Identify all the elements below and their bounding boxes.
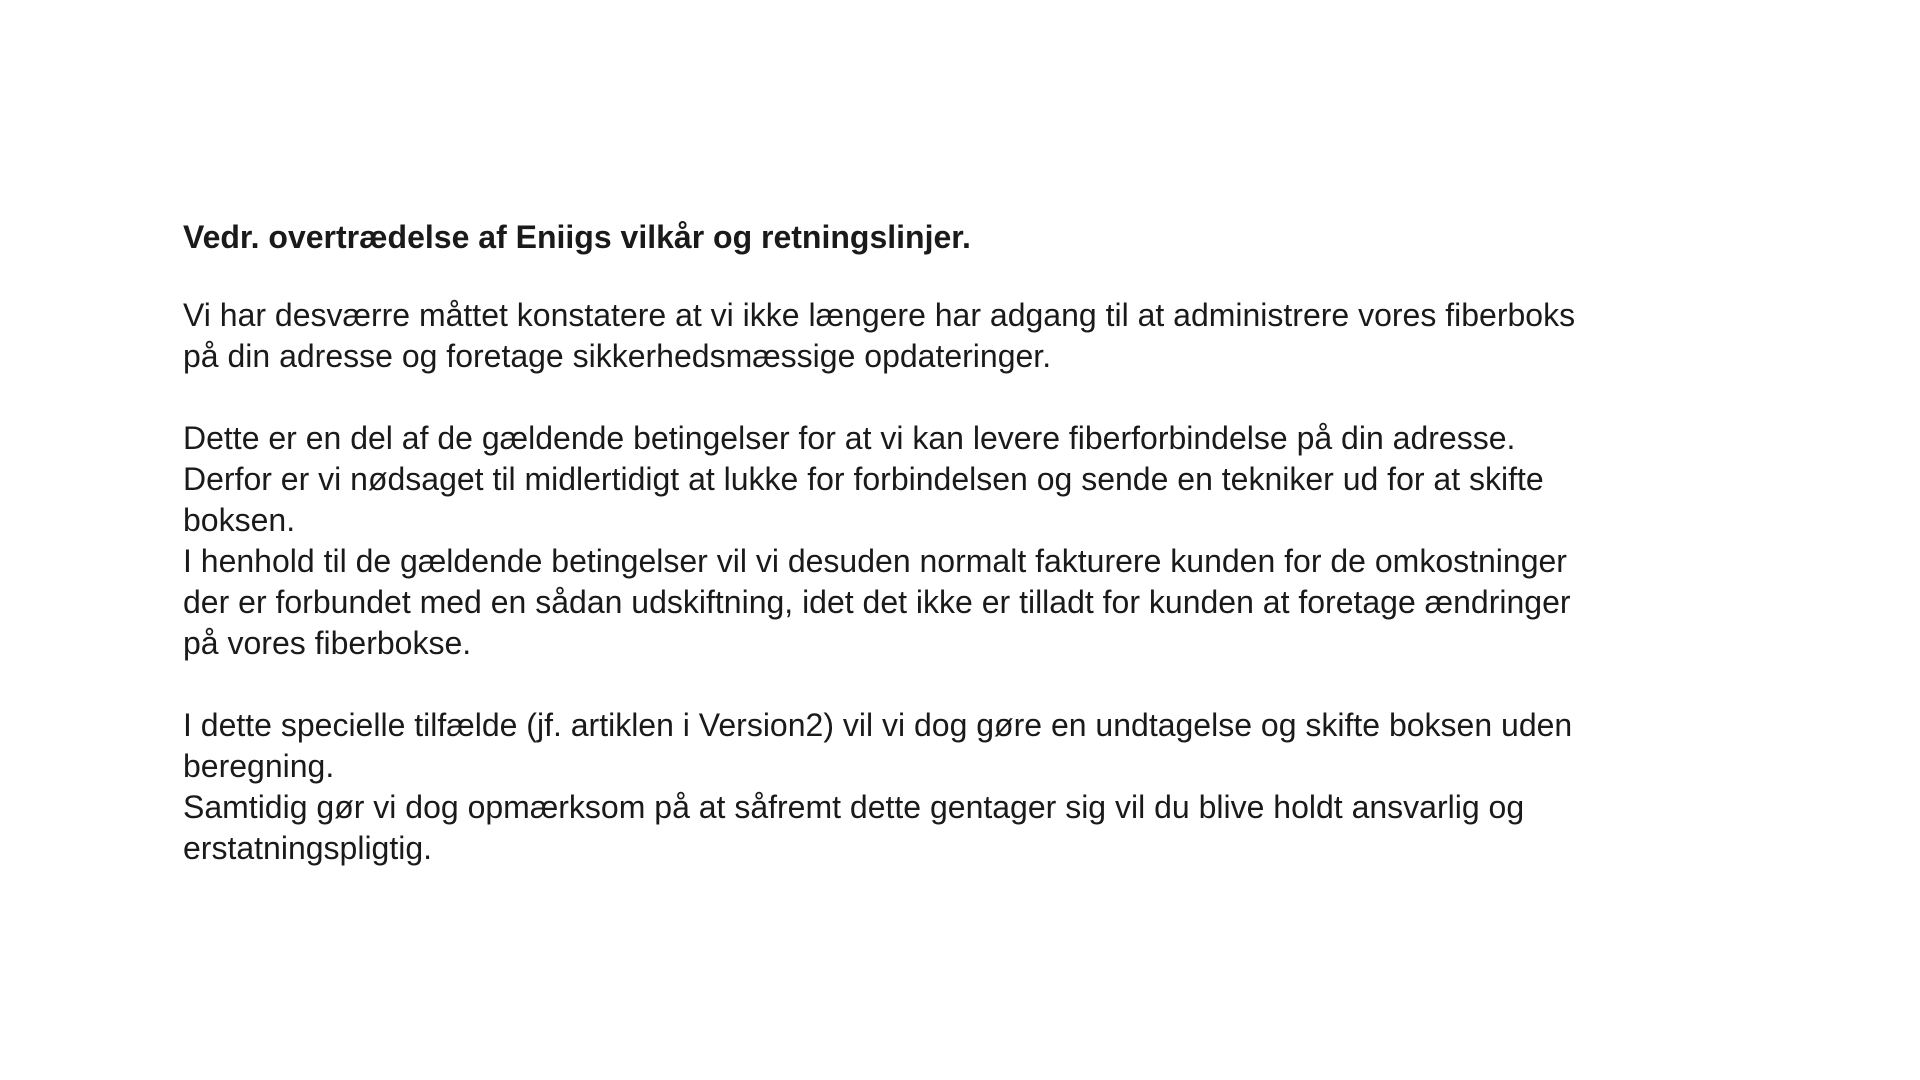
paragraph-line: Samtidig gør vi dog opmærksom på at såfr…: [183, 789, 1525, 825]
paragraph-line: Derfor er vi nødsaget til midlertidigt a…: [183, 461, 1544, 497]
letter-body: Vedr. overtrædelse af Eniigs vilkår og r…: [183, 215, 1783, 869]
paragraph-2: Dette er en del af de gældende betingels…: [183, 418, 1783, 664]
paragraph-line: boksen.: [183, 502, 296, 538]
paragraph-1: Vi har desværre måttet konstatere at vi …: [183, 295, 1783, 377]
paragraph-line: beregning.: [183, 748, 335, 784]
paragraph-3: I dette specielle tilfælde (jf. artiklen…: [183, 705, 1783, 869]
paragraph-line: erstatningspligtig.: [183, 830, 433, 866]
letter-subject: Vedr. overtrædelse af Eniigs vilkår og r…: [183, 219, 971, 255]
paragraph-line: Dette er en del af de gældende betingels…: [183, 420, 1516, 456]
paragraph-line: I henhold til de gældende betingelser vi…: [183, 543, 1567, 579]
paragraph-line: på din adresse og foretage sikkerhedsmæs…: [183, 338, 1052, 374]
paragraph-line: Vi har desværre måttet konstatere at vi …: [183, 297, 1576, 333]
paragraph-line: I dette specielle tilfælde (jf. artiklen…: [183, 707, 1573, 743]
paragraph-line: på vores fiberbokse.: [183, 625, 472, 661]
paragraph-line: der er forbundet med en sådan udskiftnin…: [183, 584, 1571, 620]
